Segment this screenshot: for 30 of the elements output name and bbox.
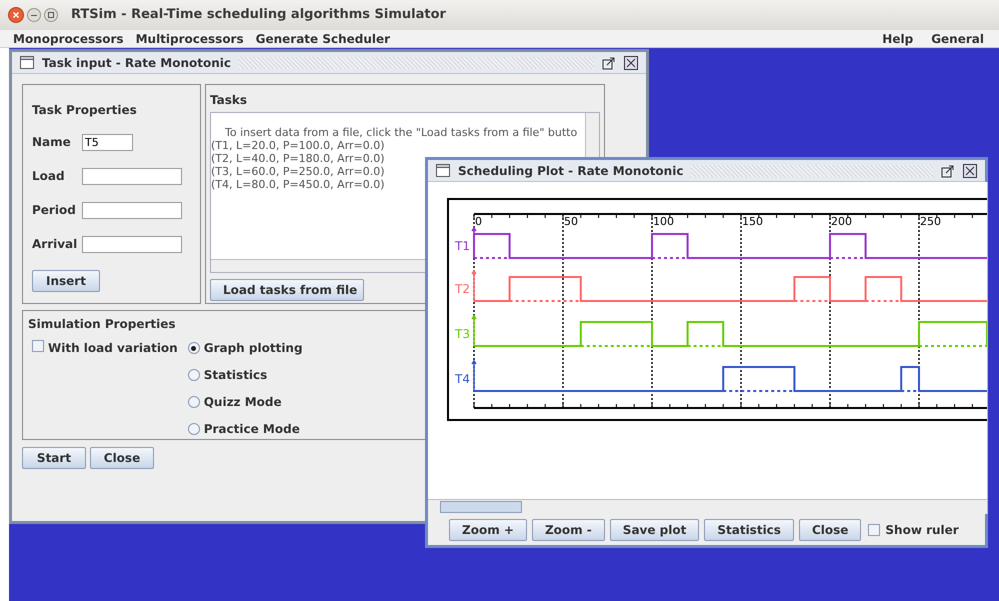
panel-title: Simulation Properties [28,316,177,333]
tick-label: 200 [831,215,852,228]
radio-label: Practice Mode [204,421,300,438]
tick-label: 0 [475,215,482,228]
tick-label: 250 [920,215,941,228]
field-label: Load [32,168,66,185]
task-entry: (T3, L=60.0, P=250.0, Arr=0.0) [211,165,385,178]
tasks-intro: To insert data from a file, click the "Load tasks from a file" butto [225,126,578,139]
task-entry: (T1, L=20.0, P=100.0, Arr=0.0) [211,139,385,152]
field-label: Name [32,134,72,151]
panel-title: Task Properties [32,102,138,119]
field-label: Period [32,202,77,219]
tick-label: 100 [653,215,674,228]
task-entry: (T2, L=40.0, P=180.0, Arr=0.0) [211,152,385,165]
checkbox-label: Show ruler [885,522,959,539]
task-label: T3 [455,327,470,341]
app-title: RTSim - Real-Time scheduling algorithms Simulator [71,6,446,24]
radio-label: Quizz Mode [204,394,282,411]
task-label: T2 [455,282,470,296]
radio-label: Graph plotting [204,340,303,357]
task-entry: (T4, L=80.0, P=450.0, Arr=0.0) [211,178,385,191]
radio-label: Statistics [204,367,268,384]
tick-label: 150 [742,215,763,228]
checkbox-label: With load variation [48,340,178,357]
field-label: Arrival [32,236,78,253]
task-label: T4 [455,372,470,386]
panel-title: Tasks [210,92,248,109]
task-label: T1 [455,239,470,253]
tick-label: 50 [564,215,578,228]
window-title: Task input - Rate Monotonic [42,54,232,72]
